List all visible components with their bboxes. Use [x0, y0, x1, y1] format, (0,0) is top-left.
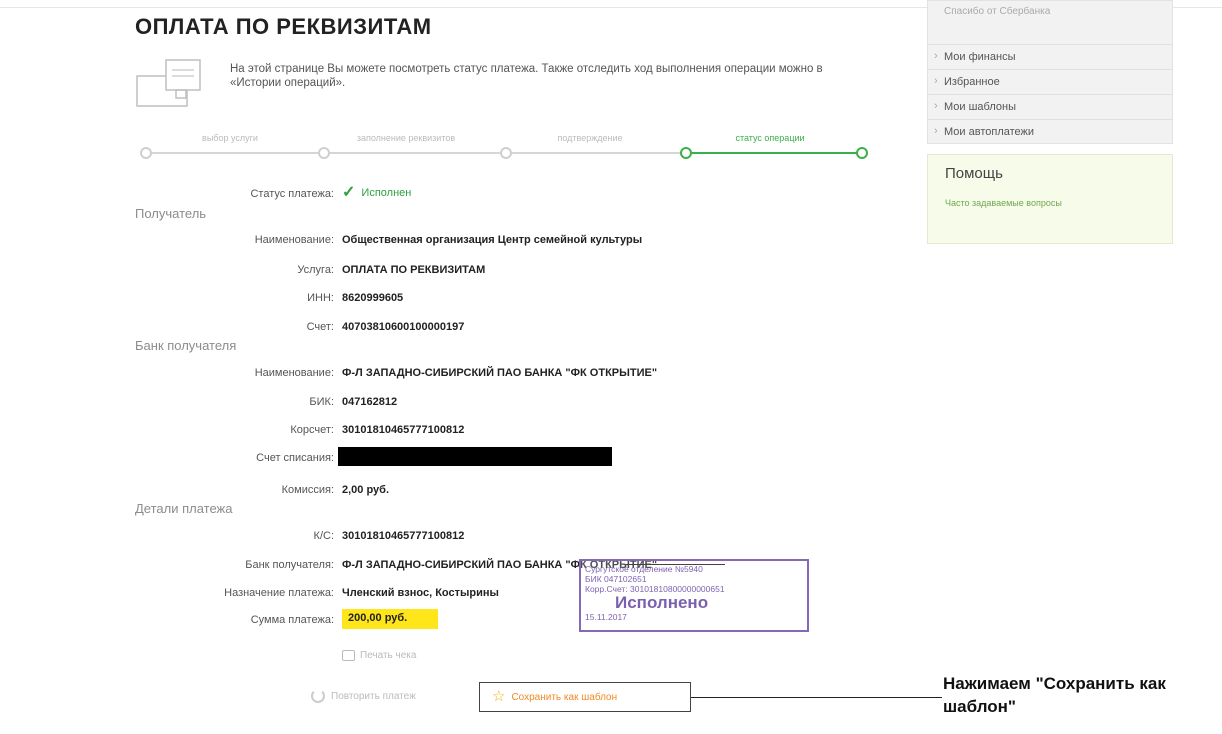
save-as-template-button[interactable]: ☆ Сохранить как шаблон	[479, 682, 691, 712]
help-title: Помощь	[945, 165, 1003, 182]
ks-label: К/С:	[313, 530, 334, 542]
stamp-line-1: Сургутское отделение №5940	[585, 564, 703, 574]
recipient-name-label: Наименование:	[254, 234, 334, 246]
bik-label: БИК:	[309, 396, 334, 408]
step-line-inactive	[146, 152, 686, 154]
step-dot-4	[680, 147, 692, 159]
stamp-executed: Исполнено	[615, 593, 709, 612]
stamp-date: 15.11.2017	[585, 612, 627, 622]
step-dot-1	[140, 147, 152, 159]
print-label: Печать чека	[360, 650, 417, 661]
status-value: ✓ Исполнен	[342, 184, 412, 201]
step-dot-3	[500, 147, 512, 159]
callout-annotation: Нажимаем "Сохранить как шаблон"	[943, 674, 1166, 716]
corr-value: 30101810465777100812	[342, 424, 465, 436]
inn-value: 8620999605	[342, 292, 404, 304]
printer-icon	[342, 650, 355, 661]
step-dot-end	[856, 147, 868, 159]
debit-account-label: Счет списания:	[256, 452, 334, 464]
status-label: Статус платежа:	[250, 188, 334, 200]
check-icon: ✓	[342, 184, 356, 201]
commission-value: 2,00 руб.	[342, 484, 390, 496]
sidebar-item-templates[interactable]: Мои шаблоны	[928, 94, 1172, 119]
ks-value: 30101810465777100812	[342, 530, 465, 542]
faq-link[interactable]: Часто задаваемые вопросы	[945, 198, 1065, 208]
purpose-label: Назначение платежа:	[224, 587, 334, 599]
repeat-label: Повторить платеж	[331, 690, 416, 702]
section-recipient: Получатель	[135, 206, 207, 221]
account-value: 40703810600100000197	[342, 321, 465, 333]
recipient-name: Общественная организация Центр семейной …	[342, 234, 643, 246]
section-details: Детали платежа	[135, 501, 233, 516]
page-title: ОПЛАТА ПО РЕКВИЗИТАМ	[135, 14, 432, 39]
detail-bank-label: Банк получателя:	[245, 559, 334, 571]
step-label-4: статус операции	[735, 133, 805, 143]
bank-stamp: Сургутское отделение №5940 БИК 047102651…	[579, 559, 809, 632]
section-bank: Банк получателя	[135, 338, 237, 353]
receipt-icon	[136, 59, 201, 107]
save-template-label: Сохранить как шаблон	[511, 691, 618, 703]
status-text: Исполнен	[361, 187, 412, 199]
sidebar-item-finances[interactable]: Мои финансы	[928, 44, 1172, 69]
progress-stepper: выбор услуги заполнение реквизитов подтв…	[140, 133, 870, 163]
step-label-2: заполнение реквизитов	[356, 133, 456, 143]
corr-label: Корсчет:	[290, 424, 334, 436]
print-receipt-button[interactable]: Печать чека	[342, 650, 416, 661]
star-icon: ☆	[492, 688, 506, 705]
sum-value: 200,00 руб.	[342, 609, 438, 629]
step-label-1: выбор услуги	[202, 133, 258, 143]
service-value: ОПЛАТА ПО РЕКВИЗИТАМ	[342, 264, 486, 276]
step-line-active	[686, 152, 862, 154]
account-label: Счет:	[306, 321, 334, 333]
bank-name: Ф-Л ЗАПАДНО-СИБИРСКИЙ ПАО БАНКА "ФК ОТКР…	[342, 367, 658, 379]
stamp-strike-line	[625, 564, 725, 565]
purpose-value: Членский взнос, Костырины	[342, 587, 499, 599]
sidebar-item-autopayments[interactable]: Мои автоплатежи	[928, 119, 1172, 144]
stamp-line-2: БИК 047102651	[585, 574, 647, 584]
service-label: Услуга:	[297, 264, 334, 276]
repeat-payment-button[interactable]: Повторить платеж	[311, 689, 416, 703]
sidebar-thanks-link[interactable]: Спасибо от Сбербанка	[944, 6, 1050, 17]
step-label-3: подтверждение	[557, 133, 623, 143]
sum-label: Сумма платежа:	[250, 614, 334, 626]
commission-label: Комиссия:	[281, 484, 334, 496]
refresh-icon	[311, 689, 325, 703]
callout-line	[691, 697, 942, 698]
bik-value: 047162812	[342, 396, 398, 408]
redacted-account	[338, 447, 612, 466]
inn-label: ИНН:	[307, 292, 334, 304]
intro-text: На этой странице Вы можете посмотреть ст…	[230, 63, 823, 89]
sidebar-item-favorites[interactable]: Избранное	[928, 69, 1172, 94]
bank-name-label: Наименование:	[254, 367, 334, 379]
step-dot-2	[318, 147, 330, 159]
